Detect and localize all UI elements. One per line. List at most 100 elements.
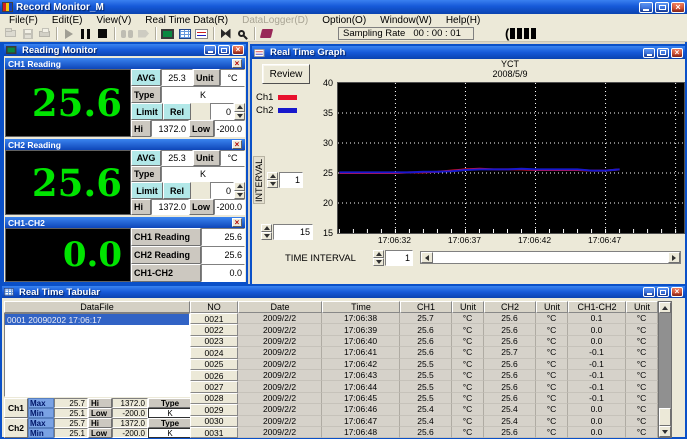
close-button[interactable]: × — [671, 2, 685, 13]
vscroll-down-icon[interactable] — [659, 426, 671, 437]
vscroll-track[interactable] — [659, 313, 671, 426]
ch2-rel-spin-down-icon[interactable] — [234, 191, 245, 200]
table-row[interactable]: 00252009/2/217:06:4225.5°C25.6°C-0.1°C — [190, 359, 658, 370]
hscroll-right-icon[interactable] — [668, 252, 680, 263]
menu-help[interactable]: Help(H) — [439, 15, 487, 26]
menu-option[interactable]: Option(O) — [315, 15, 373, 26]
row-number-cell: 0023 — [190, 336, 238, 347]
ch1-max-value: 25.7 — [54, 398, 88, 408]
tabular-icon[interactable] — [176, 26, 193, 41]
hscroll-track[interactable] — [433, 252, 668, 263]
tab-minimize-button[interactable] — [643, 287, 655, 297]
menu-file[interactable]: File(F) — [2, 15, 45, 26]
ch2-rel-spin-up-icon[interactable] — [234, 182, 245, 191]
time-interval-spin-down-icon[interactable] — [373, 258, 384, 266]
table-cell: °C — [536, 336, 568, 347]
pause-icon[interactable] — [77, 26, 94, 41]
hscroll-left-icon[interactable] — [421, 252, 433, 263]
zoom-icon[interactable] — [234, 26, 251, 41]
ch2-limit-button[interactable]: Limit — [131, 182, 163, 199]
ch2-low-value[interactable]: -200.0 — [214, 199, 245, 215]
chart-plot-area — [337, 82, 685, 234]
ch1-rel-spinner[interactable] — [234, 103, 245, 120]
rm-minimize-button[interactable] — [204, 45, 216, 55]
rm-maximize-button[interactable] — [218, 45, 230, 55]
table-cell: 25.5 — [400, 359, 452, 370]
table-row[interactable]: 00212009/2/217:06:3825.7°C25.6°C0.1°C — [190, 313, 658, 324]
graph-title: Real Time Graph — [270, 47, 345, 58]
tab-maximize-button[interactable] — [657, 287, 669, 297]
tab-close-button[interactable]: × — [671, 287, 683, 297]
datafile-item[interactable]: 0001 20090202 17:06:17 — [5, 314, 189, 325]
vscroll-thumb[interactable] — [659, 408, 671, 426]
ch1-low-value[interactable]: -200.0 — [214, 120, 245, 137]
time-interval-spinner[interactable] — [373, 250, 384, 266]
ch2-hi-value[interactable]: 1372.0 — [151, 199, 189, 215]
graph-close-button[interactable]: × — [671, 48, 683, 58]
table-cell: °C — [626, 427, 658, 438]
ch1-rel-button[interactable]: Rel — [163, 103, 191, 120]
table-row[interactable]: 00222009/2/217:06:3925.6°C25.6°C0.0°C — [190, 324, 658, 335]
arrange-icon[interactable] — [217, 26, 234, 41]
diff-panel-titlebar: CH1-CH2 × — [5, 217, 245, 228]
diff-row-ch2-label: CH2 Reading — [131, 246, 201, 264]
minimize-button[interactable] — [639, 2, 653, 13]
print-icon — [36, 26, 53, 41]
menu-real-time-data[interactable]: Real Time Data(R) — [138, 15, 235, 26]
ch2-rel-button[interactable]: Rel — [163, 182, 191, 199]
help-icon[interactable] — [258, 26, 275, 41]
table-vscrollbar[interactable] — [658, 301, 672, 438]
ch1-rel-spin-up-icon[interactable] — [234, 103, 245, 112]
table-cell: °C — [536, 393, 568, 404]
graph-maximize-button[interactable] — [657, 48, 669, 58]
ch1-hi-value[interactable]: 1372.0 — [151, 120, 189, 137]
ch1-unit-value: °C — [220, 69, 245, 86]
ch2-stats-hi-value: 1372.0 — [112, 418, 148, 428]
rm-close-button[interactable]: × — [232, 45, 244, 55]
ch2-panel-close-icon[interactable]: × — [232, 140, 242, 149]
table-row[interactable]: 00242009/2/217:06:4125.6°C25.7°C-0.1°C — [190, 347, 658, 358]
ch1-limit-button[interactable]: Limit — [131, 103, 163, 120]
diff-panel-close-icon[interactable]: × — [232, 218, 242, 227]
ch1-stats-group: Ch1 Max 25.7 Hi 1372.0 Type Min 25.1 Low… — [4, 398, 194, 418]
graph-hscrollbar[interactable] — [420, 251, 681, 264]
table-row[interactable]: 00312009/2/217:06:4825.6°C25.6°C0.0°C — [190, 427, 658, 438]
stop-icon[interactable] — [94, 26, 111, 41]
ch2-rel-spinner[interactable] — [234, 182, 245, 199]
table-row[interactable]: 00292009/2/217:06:4625.4°C25.4°C0.0°C — [190, 404, 658, 415]
table-cell: 17:06:44 — [322, 381, 400, 392]
ch1-rel-value-input[interactable]: 0 — [210, 103, 234, 120]
table-cell: 25.6 — [400, 324, 452, 335]
ch2-rel-value-input[interactable]: 0 — [210, 182, 234, 199]
table-cell: °C — [626, 324, 658, 335]
menu-bar: File(F)Edit(E)View(V)Real Time Data(R)Da… — [0, 14, 687, 26]
restore-button[interactable] — [655, 2, 669, 13]
table-row[interactable]: 00282009/2/217:06:4525.5°C25.6°C-0.1°C — [190, 393, 658, 404]
table-header-cell: Unit — [626, 301, 658, 313]
menu-window[interactable]: Window(W) — [373, 15, 439, 26]
table-row[interactable]: 00262009/2/217:06:4325.5°C25.6°C-0.1°C — [190, 370, 658, 381]
export-icon — [138, 30, 149, 38]
table-cell: -0.1 — [568, 393, 626, 404]
graph-icon[interactable] — [193, 26, 210, 41]
table-row[interactable]: 00302009/2/217:06:4725.4°C25.4°C0.0°C — [190, 416, 658, 427]
menu-edit[interactable]: Edit(E) — [45, 15, 90, 26]
graph-minimize-button[interactable] — [643, 48, 655, 58]
time-interval-spin-up-icon[interactable] — [373, 250, 384, 258]
data-table: NODateTimeCH1UnitCH2UnitCH1-CH2Unit 0021… — [190, 301, 658, 438]
toolbar-separator — [155, 27, 156, 40]
vscroll-up-icon[interactable] — [659, 302, 671, 313]
reading-monitor-icon[interactable] — [159, 26, 176, 41]
table-cell: 25.5 — [400, 370, 452, 381]
ch1-type-value: K — [161, 86, 245, 103]
menu-view[interactable]: View(V) — [89, 15, 138, 26]
table-row[interactable]: 00272009/2/217:06:4425.5°C25.6°C-0.1°C — [190, 381, 658, 392]
interval-spin-down-icon[interactable] — [267, 180, 278, 188]
ch1-rel-spin-down-icon[interactable] — [234, 112, 245, 121]
table-cell: 17:06:40 — [322, 336, 400, 347]
table-row[interactable]: 00232009/2/217:06:4025.6°C25.6°C0.0°C — [190, 336, 658, 347]
ch1-avg-button[interactable]: AVG — [131, 69, 161, 86]
ch2-avg-button[interactable]: AVG — [131, 150, 161, 166]
ch1-panel-close-icon[interactable]: × — [232, 59, 242, 68]
time-interval-value-input[interactable]: 1 — [385, 250, 413, 266]
